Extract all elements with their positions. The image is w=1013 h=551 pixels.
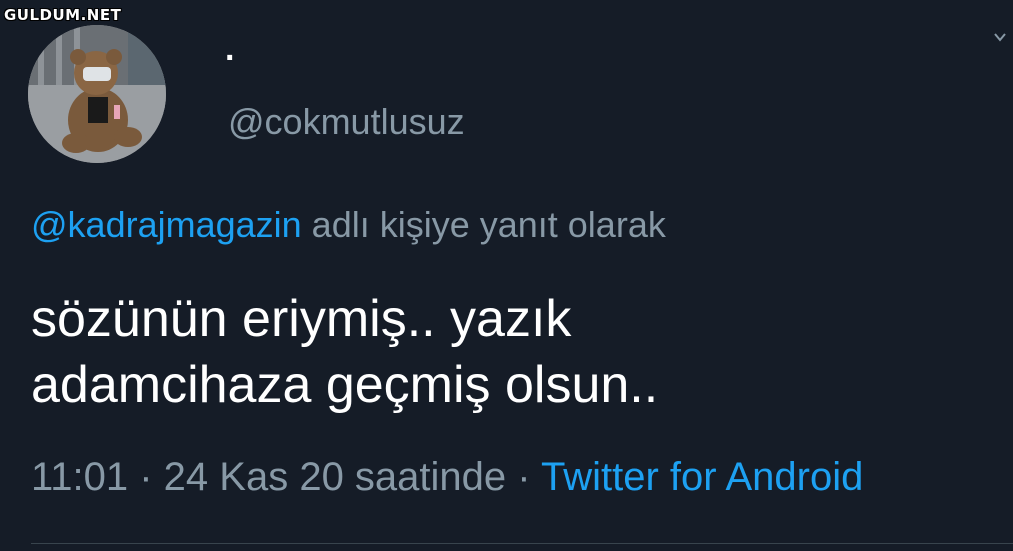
teddy-bear-avatar-image [28, 25, 166, 163]
tweet-timestamp[interactable]: 11:01 · 24 Kas 20 saatinde · [31, 455, 541, 499]
tweet-text: sözünün eriymiş.. yazık adamcihaza geçmi… [31, 286, 991, 418]
tweet-text-line: sözünün eriymiş.. yazık [31, 290, 572, 348]
tweet-source-link[interactable]: Twitter for Android [541, 455, 863, 499]
site-watermark: GULDUM.NET [4, 6, 122, 24]
tweet-text-line: adamcihaza geçmiş olsun.. [31, 356, 659, 414]
avatar[interactable] [28, 25, 166, 163]
display-name[interactable]: . [225, 30, 234, 69]
reply-context: @kadrajmagazin adlı kişiye yanıt olarak [31, 204, 666, 246]
user-handle[interactable]: @cokmutlusuz [228, 101, 465, 143]
reply-context-label: adlı kişiye yanıt olarak [301, 204, 666, 245]
divider [31, 543, 1013, 544]
chevron-down-icon[interactable] [993, 30, 1007, 44]
reply-to-user-link[interactable]: @kadrajmagazin [31, 204, 302, 245]
tweet-meta: 11:01 · 24 Kas 20 saatinde · Twitter for… [31, 455, 863, 500]
